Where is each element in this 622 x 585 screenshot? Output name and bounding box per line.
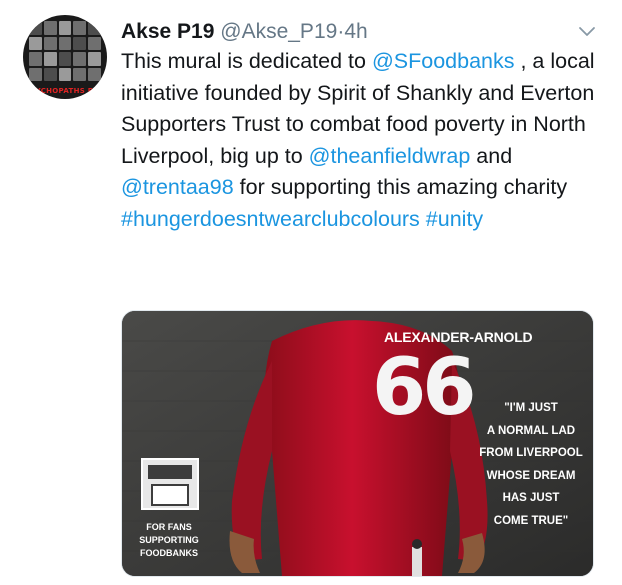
tweet-text: This mural is dedicated to @SFoodbanks ,… — [121, 46, 601, 235]
fans-line: SUPPORTING — [139, 535, 199, 545]
chevron-down-icon[interactable] — [578, 22, 596, 40]
mural-quote: "I'M JUST A NORMAL LAD FROM LIVERPOOL WH… — [478, 397, 584, 532]
tweet-text-part: This mural is dedicated to — [121, 49, 372, 73]
tweet-text-part: and — [470, 143, 513, 168]
mention-theanfieldwrap[interactable]: @theanfieldwrap — [309, 144, 471, 168]
quote-line: FROM LIVERPOOL — [479, 447, 583, 459]
hashtag-unity[interactable]: #unity — [426, 207, 483, 231]
avatar-caption: PSYCHOPATHS PRO — [24, 87, 106, 95]
mural-fans-caption: FOR FANS SUPPORTING FOODBANKS — [129, 521, 209, 560]
tweet-text-part: for supporting this amazing charity — [233, 175, 568, 199]
tweet-header: Akse P19 @Akse_P19·4h — [121, 16, 368, 48]
fans-line: FOODBANKS — [140, 548, 198, 558]
mention-sfoodbanks[interactable]: @SFoodbanks — [372, 49, 515, 73]
fans-line: FOR FANS — [146, 522, 192, 532]
user-handle[interactable]: @Akse_P19 — [220, 20, 337, 43]
hashtag-hungerdoesntwearclubcolours[interactable]: #hungerdoesntwearclubcolours — [121, 207, 420, 231]
display-name[interactable]: Akse P19 — [121, 20, 214, 43]
quote-line: HAS JUST — [502, 492, 560, 504]
mural-shirt-number: 66 — [372, 343, 477, 433]
avatar[interactable]: PSYCHOPATHS PRO — [23, 15, 107, 99]
tweet-media-image[interactable]: ALEXANDER-ARNOLD 66 "I'M JUST A NORMAL L… — [121, 310, 594, 577]
quote-line: COME TRUE" — [493, 514, 569, 527]
mention-trentaa98[interactable]: @trentaa98 — [121, 175, 234, 199]
foodbank-logo-icon — [141, 458, 199, 510]
quote-line: WHOSE DREAM — [486, 469, 576, 482]
timestamp[interactable]: 4h — [344, 20, 367, 43]
quote-line: A NORMAL LAD — [486, 424, 576, 437]
quote-line: "I'M JUST — [504, 402, 558, 414]
avatar-faces-grid — [29, 21, 101, 81]
